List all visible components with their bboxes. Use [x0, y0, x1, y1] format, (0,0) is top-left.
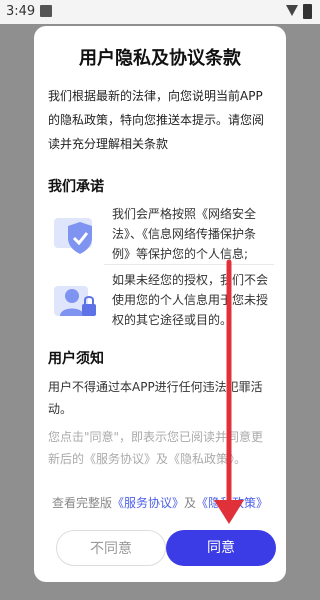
red-arrow-annotation	[214, 259, 244, 524]
arrow-head	[214, 500, 244, 524]
